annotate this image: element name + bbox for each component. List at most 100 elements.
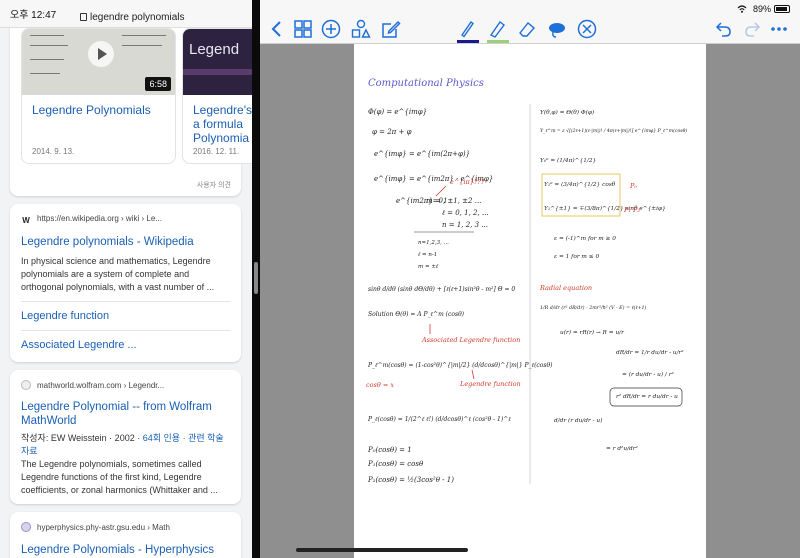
note-line: Y(θ,φ) = Θ(θ) Φ(φ) bbox=[540, 109, 594, 116]
note-annotation: Radial equation bbox=[539, 284, 592, 292]
note-line: m = ±ℓ bbox=[418, 264, 439, 270]
note-line: r² dR/dr = r du/dr - u bbox=[616, 393, 678, 400]
video-result-2[interactable]: Legend Legendre's a formula Polynomia 20… bbox=[182, 28, 252, 164]
result-source[interactable]: hyperphysics.phy-astr.gsu.edu › Math bbox=[21, 522, 170, 532]
screen: 6:58 Legendre Polynomials 2014. 9. 13. L… bbox=[0, 0, 800, 558]
video-date: 2016. 12. 11. bbox=[193, 147, 240, 156]
note-annotation: cosθ = x bbox=[366, 381, 394, 389]
more-icon[interactable] bbox=[768, 18, 790, 40]
address-bar[interactable]: legendre polynomials bbox=[80, 12, 185, 23]
note-line: Y_ℓ^m = ε √[(2ℓ+1)(ℓ-|m|)! / 4π(ℓ+|m|)!]… bbox=[540, 127, 687, 134]
note-line: P₀(cosθ) = 1 bbox=[367, 446, 412, 454]
note-line: Y₁⁰ = (3/4π)^{1/2} cosθ bbox=[544, 181, 616, 188]
grid-icon[interactable] bbox=[292, 18, 314, 40]
wolfram-icon bbox=[21, 380, 31, 390]
back-chevron-icon[interactable] bbox=[266, 18, 288, 40]
pen-icon[interactable] bbox=[456, 18, 478, 40]
notes-toolbar: 89% bbox=[260, 0, 800, 44]
play-icon[interactable] bbox=[88, 41, 114, 67]
result-title[interactable]: Legendre Polynomial -- from Wolfram Math… bbox=[21, 400, 212, 428]
search-result-hyperphysics: hyperphysics.phy-astr.gsu.edu › Math Leg… bbox=[10, 512, 241, 558]
add-icon[interactable] bbox=[320, 18, 342, 40]
shapes-icon[interactable] bbox=[350, 18, 372, 40]
result-snippet: The Legendre polynomials, sometimes call… bbox=[21, 459, 218, 495]
result-title[interactable]: Legendre Polynomials - Hyperphysics bbox=[21, 543, 214, 557]
sublink-associated-legendre[interactable]: Associated Legendre ... bbox=[21, 339, 137, 351]
status-bar-right: 89% bbox=[737, 4, 790, 14]
browser-pane: 6:58 Legendre Polynomials 2014. 9. 13. L… bbox=[0, 0, 252, 558]
split-view-divider[interactable] bbox=[252, 0, 260, 558]
note-line: ε = (-1)^m for m ≥ 0 bbox=[554, 235, 616, 242]
note-line: Φ(φ) = e^{imφ} bbox=[368, 108, 427, 116]
note-line: = (r du/dr - u) / r² bbox=[622, 371, 675, 378]
video-title[interactable]: Legendre's a formula Polynomia bbox=[193, 103, 252, 145]
note-line: e^{imφ} = e^{im(2π+φ)} bbox=[374, 150, 470, 158]
thumbnail-text: Legend bbox=[189, 41, 240, 58]
note-page[interactable]: Computational Physics Φ(φ) = e^{imφ} φ =… bbox=[354, 44, 706, 558]
pen-color-indicator bbox=[457, 40, 479, 43]
note-line: m=0, ±1, ±2 ... bbox=[426, 197, 481, 205]
divider-handle[interactable] bbox=[254, 262, 258, 294]
video-result-1[interactable]: 6:58 Legendre Polynomials 2014. 9. 13. bbox=[21, 28, 176, 164]
result-source[interactable]: Whttps://en.wikipedia.org › wiki › Le... bbox=[21, 214, 162, 226]
note-line: 1/R d/dr (r² dR/dr) - 2mr²/ħ² (V - E) = … bbox=[540, 304, 647, 311]
note-line: P₂(cosθ) = ½(3cos²θ - 1) bbox=[367, 476, 454, 484]
redo-icon[interactable] bbox=[742, 18, 764, 40]
note-line: P_ℓ(cosθ) = 1/(2^ℓ ℓ!) (d/dcosθ)^ℓ (cos²… bbox=[367, 416, 511, 423]
result-snippet: In physical science and mathematics, Leg… bbox=[21, 256, 215, 292]
note-line: P₁(cosθ) = cosθ bbox=[367, 460, 424, 468]
note-line: d/dr (r du/dr - u) bbox=[554, 417, 602, 424]
result-title[interactable]: Legendre polynomials - Wikipedia bbox=[21, 235, 194, 249]
note-line: ε = 1 for m ≤ 0 bbox=[554, 254, 599, 260]
note-line: n=1,2,3, ... bbox=[418, 240, 449, 246]
video-date: 2014. 9. 13. bbox=[32, 147, 75, 156]
video-thumbnail[interactable]: Legend bbox=[183, 29, 252, 95]
undo-icon[interactable] bbox=[712, 18, 734, 40]
note-line: = r d²u/dr² bbox=[606, 445, 639, 452]
note-line: Solution Θ(θ) = A P_ℓ^m (cosθ) bbox=[368, 311, 465, 318]
url-text: legendre polynomials bbox=[90, 12, 185, 23]
battery-icon bbox=[774, 5, 790, 13]
wifi-icon bbox=[738, 5, 747, 13]
search-result-mathworld: mathworld.wolfram.com › Legendr... Legen… bbox=[10, 370, 241, 504]
search-result-wikipedia: Whttps://en.wikipedia.org › wiki › Le...… bbox=[10, 204, 241, 362]
video-carousel-card: 6:58 Legendre Polynomials 2014. 9. 13. L… bbox=[10, 0, 252, 196]
note-line: Y₀⁰ = (1/4π)^{1/2} bbox=[540, 157, 596, 164]
note-line: φ = 2π + φ bbox=[372, 128, 412, 136]
lasso-icon[interactable] bbox=[546, 18, 568, 40]
status-time: 오후 12:47 bbox=[10, 10, 57, 21]
note-annotation: e^{iπ}??? bbox=[450, 178, 485, 186]
video-duration: 6:58 bbox=[145, 77, 171, 91]
note-annotation: Associated Legendre function bbox=[421, 336, 520, 344]
note-line: sinθ d/dθ (sinθ dΘ/dθ) + [ℓ(ℓ+1)sin²θ - … bbox=[368, 286, 515, 293]
note-annotation: P₀ bbox=[629, 182, 637, 190]
note-line: u(r) = rR(r) → R = u/r bbox=[560, 329, 625, 336]
citation-link[interactable]: 64회 인용 · 관련 학술 bbox=[143, 433, 224, 443]
result-meta: 작성자: EW Weisstein · 2002 · 64회 인용 · 관련 학… bbox=[21, 433, 224, 456]
video-thumbnail[interactable]: 6:58 bbox=[22, 29, 175, 95]
note-line: P_ℓ^m(cosθ) = (1-cos²θ)^{|m|/2} (d/dcosθ… bbox=[367, 362, 553, 369]
result-source[interactable]: mathworld.wolfram.com › Legendr... bbox=[21, 380, 164, 390]
close-circle-icon[interactable] bbox=[576, 18, 598, 40]
eraser-icon[interactable] bbox=[516, 18, 538, 40]
note-line: ℓ = 0, 1, 2, ... bbox=[441, 209, 489, 217]
home-indicator bbox=[296, 548, 468, 552]
wikipedia-icon: W bbox=[22, 216, 30, 225]
edit-icon[interactable] bbox=[380, 18, 402, 40]
highlighter-icon[interactable] bbox=[486, 18, 508, 40]
notes-pane: 89% Computational Physics Φ(φ) = e^{imφ}… bbox=[260, 0, 800, 558]
notes-title: Computational Physics bbox=[368, 78, 484, 89]
note-line: ℓ = n-1 bbox=[418, 252, 437, 258]
note-annotation: Legendre function bbox=[459, 380, 521, 388]
note-line: dR/dr = 1/r du/dr - u/r² bbox=[616, 349, 684, 356]
highlighter-color-indicator bbox=[487, 40, 509, 43]
hyperphysics-icon bbox=[21, 522, 31, 532]
note-annotation: P₁ P₂ bbox=[623, 206, 640, 214]
note-line: n = 1, 2, 3 ... bbox=[442, 221, 488, 229]
feedback-link[interactable]: 사용자 의견 bbox=[197, 180, 231, 190]
video-title[interactable]: Legendre Polynomials bbox=[32, 103, 151, 117]
browser-status-bar: 오후 12:47 legendre polynomials bbox=[0, 0, 252, 28]
lock-icon bbox=[80, 13, 87, 21]
note-line: Y₁^{±1} = ∓(3/8π)^{1/2} sinθ e^{±iφ} bbox=[544, 205, 666, 212]
sublink-legendre-function[interactable]: Legendre function bbox=[21, 310, 109, 322]
